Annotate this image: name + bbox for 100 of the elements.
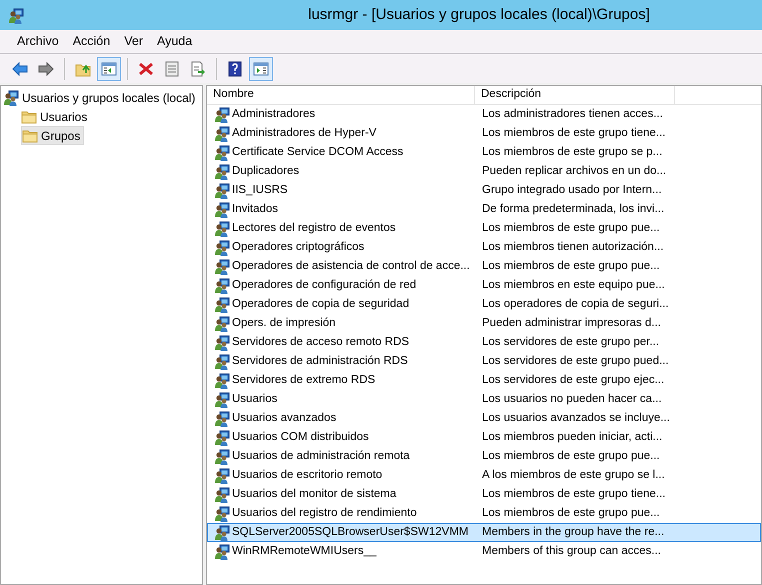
group-name: Usuarios COM distribuidos xyxy=(232,430,369,445)
group-description: De forma predeterminada, los invi... xyxy=(481,202,666,217)
group-icon xyxy=(214,202,230,218)
table-row[interactable]: Operadores de asistencia de control de acce... Los miembros de este grupo pue... xyxy=(207,257,761,276)
group-icon xyxy=(214,354,230,370)
group-icon xyxy=(214,220,230,236)
table-row[interactable]: Usuarios COM distribuidos Los miembros pueden iniciar, acti... xyxy=(207,428,761,447)
group-icon xyxy=(214,240,230,256)
group-icon xyxy=(214,468,230,484)
group-description: Los servidores de este grupo ejec... xyxy=(481,372,666,388)
app-icon xyxy=(8,8,24,24)
folder-icon xyxy=(22,128,38,144)
menu-item[interactable]: Ayuda xyxy=(150,32,200,51)
group-description: Los servidores de este grupo pued... xyxy=(481,354,670,369)
tree-item[interactable]: Usuarios xyxy=(21,107,88,126)
properties-icon xyxy=(164,60,180,76)
group-name: SQLServer2005SQLBrowserUser$SW12VMM xyxy=(232,524,468,540)
group-description: Los usuarios avanzados se incluye... xyxy=(481,410,671,426)
group-name: Invitados xyxy=(232,202,278,217)
group-icon xyxy=(214,430,230,446)
group-description: Los miembros de este grupo tiene... xyxy=(481,126,666,141)
group-description: Los miembros pueden iniciar, acti... xyxy=(481,430,664,445)
group-name: Certificate Service DCOM Access xyxy=(232,144,404,160)
table-row[interactable]: Usuarios de escritorio remoto A los miembros de este grupo se l... xyxy=(207,466,761,485)
group-description: Members in the group have the re... xyxy=(481,524,666,540)
group-icon xyxy=(214,524,230,540)
group-name: Servidores de administración RDS xyxy=(232,354,408,369)
table-row[interactable]: Usuarios avanzados Los usuarios avanzados se incluye... xyxy=(207,409,761,428)
group-icon xyxy=(214,164,230,180)
group-description: Los miembros de este grupo pue... xyxy=(481,220,661,236)
group-name: Usuarios del monitor de sistema xyxy=(232,486,396,502)
group-name: Lectores del registro de eventos xyxy=(232,220,396,236)
group-icon xyxy=(214,410,230,426)
table-row[interactable]: Administradores Los administradores tienen acces... xyxy=(207,105,761,124)
table-row[interactable]: SQLServer2005SQLBrowserUser$SW12VMM Members in the group have the re... xyxy=(207,523,761,542)
table-row[interactable]: Operadores de copia de seguridad Los operadores de copia de seguri... xyxy=(207,295,761,314)
table-row[interactable]: Administradores de Hyper-V Los miembros de este grupo tiene... xyxy=(207,124,761,143)
group-icon xyxy=(214,182,230,198)
group-description: Los miembros de este grupo pue... xyxy=(481,448,661,464)
table-row[interactable]: Usuarios de administración remota Los miembros de este grupo pue... xyxy=(207,447,761,466)
group-description: Pueden administrar impresoras d... xyxy=(481,316,662,331)
back-arrow-icon xyxy=(12,60,28,76)
table-row[interactable]: IIS_IUSRS Grupo integrado usado por Intern... xyxy=(207,181,761,200)
group-icon xyxy=(214,106,230,122)
folder-icon xyxy=(21,108,37,124)
menu-item[interactable]: Archivo xyxy=(10,32,66,51)
group-icon xyxy=(214,316,230,332)
computer-users-icon xyxy=(3,90,19,106)
tree-label: Usuarios y grupos locales (local) xyxy=(22,90,196,106)
group-name: Administradores de Hyper-V xyxy=(232,126,376,141)
table-row[interactable]: Lectores del registro de eventos Los miembros de este grupo pue... xyxy=(207,219,761,238)
group-name: Usuarios de administración remota xyxy=(232,448,410,464)
table-row[interactable]: Duplicadores Pueden replicar archivos en un do... xyxy=(207,162,761,181)
group-icon xyxy=(214,278,230,294)
group-name: WinRMRemoteWMIUsers__ xyxy=(232,544,376,559)
group-name: Duplicadores xyxy=(232,164,300,179)
table-row[interactable]: Invitados De forma predeterminada, los invi... xyxy=(207,200,761,219)
column-header[interactable]: Nombre xyxy=(207,86,475,104)
group-name: IIS_IUSRS xyxy=(232,182,288,198)
group-description: Los operadores de copia de seguri... xyxy=(481,296,670,312)
table-row[interactable]: Certificate Service DCOM Access Los miembros de este grupo se p... xyxy=(207,143,761,162)
group-name: Usuarios xyxy=(232,392,278,407)
window-title: lusrmgr - [Usuarios y grupos locales (local)\Grupos] xyxy=(307,4,651,25)
table-row[interactable]: Servidores de extremo RDS Los servidores de este grupo ejec... xyxy=(207,371,761,390)
pane-icon xyxy=(253,60,269,76)
group-icon xyxy=(214,448,230,464)
group-name: Administradores xyxy=(232,106,316,122)
forward-arrow-icon xyxy=(38,60,54,76)
table-row[interactable]: Usuarios Los usuarios no pueden hacer ca... xyxy=(207,390,761,409)
group-description: Los miembros de este grupo pue... xyxy=(481,258,661,274)
group-icon xyxy=(214,486,230,502)
column-header[interactable]: Descripción xyxy=(475,86,675,104)
group-icon xyxy=(214,296,230,312)
group-icon xyxy=(214,544,230,560)
menu-item[interactable]: Ver xyxy=(117,32,150,51)
group-icon xyxy=(214,372,230,388)
table-row[interactable]: Servidores de administración RDS Los servidores de este grupo pued... xyxy=(207,352,761,371)
group-name: Operadores de configuración de red xyxy=(232,278,416,293)
table-row[interactable]: Operadores criptográficos Los miembros tienen autorización... xyxy=(207,238,761,257)
group-name: Operadores criptográficos xyxy=(232,240,364,255)
menu-item[interactable]: Acción xyxy=(66,32,118,51)
group-description: Los miembros en este equipo pue... xyxy=(481,278,666,293)
group-description: Pueden replicar archivos en un do... xyxy=(481,164,668,179)
group-description: Members of this group can acces... xyxy=(481,544,662,559)
group-description: A los miembros de este grupo se l... xyxy=(481,468,666,483)
group-description: Los miembros tienen autorización... xyxy=(481,240,665,255)
group-description: Los administradores tienen acces... xyxy=(481,106,664,122)
tree-item[interactable]: Grupos xyxy=(21,126,84,145)
group-description: Los miembros de este grupo tiene... xyxy=(481,486,666,502)
table-row[interactable]: Usuarios del registro de rendimiento Los miembros de este grupo pue... xyxy=(207,504,761,523)
table-row[interactable]: Operadores de configuración de red Los miembros en este equipo pue... xyxy=(207,276,761,295)
help-icon xyxy=(227,60,243,76)
table-row[interactable]: WinRMRemoteWMIUsers__ Members of this group can acces... xyxy=(207,542,761,561)
group-name: Usuarios del registro de rendimiento xyxy=(232,506,417,521)
group-name: Usuarios de escritorio remoto xyxy=(232,468,382,483)
group-description: Grupo integrado usado por Intern... xyxy=(481,182,663,198)
table-row[interactable]: Servidores de acceso remoto RDS Los servidores de este grupo per... xyxy=(207,333,761,352)
table-row[interactable]: Opers. de impresión Pueden administrar impresoras d... xyxy=(207,314,761,333)
table-row[interactable]: Usuarios del monitor de sistema Los miembros de este grupo tiene... xyxy=(207,485,761,504)
group-name: Servidores de extremo RDS xyxy=(232,372,376,388)
